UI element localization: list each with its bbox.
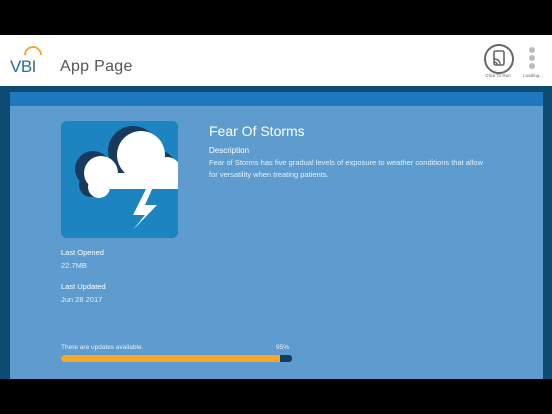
- description-label: Description: [209, 146, 250, 155]
- panel-header-strip: [10, 92, 543, 106]
- logo-text: VBI: [10, 57, 36, 76]
- bottom-black-bar: [0, 379, 552, 414]
- updated-date: Jun 28 2017: [61, 295, 103, 304]
- app-title: Fear Of Storms: [209, 123, 305, 139]
- cast-button[interactable]: [484, 44, 514, 74]
- update-percent: 95%: [276, 344, 290, 351]
- update-progress-fill: [61, 355, 281, 362]
- loading-label: Loading...: [523, 73, 543, 78]
- header-bar: VBI App Page: [0, 35, 552, 86]
- description-text: Fear of Storms has five gradual levels o…: [209, 158, 483, 179]
- update-available-text: There are updates available.: [61, 344, 144, 351]
- page-title: App Page: [60, 58, 133, 75]
- vbi-logo: VBI: [10, 42, 46, 76]
- app-size: 22.7MB: [61, 261, 87, 270]
- last-updated-label: Last Updated: [61, 282, 106, 291]
- cast-icon: [493, 50, 505, 66]
- top-black-bar: [0, 0, 552, 35]
- last-opened-label: Last Opened: [61, 248, 104, 257]
- storm-cloud-lightning-icon: [61, 121, 178, 238]
- cast-label: Click To Run: [485, 73, 511, 78]
- update-progress-bar: [61, 355, 292, 362]
- loading-icon: [528, 47, 536, 69]
